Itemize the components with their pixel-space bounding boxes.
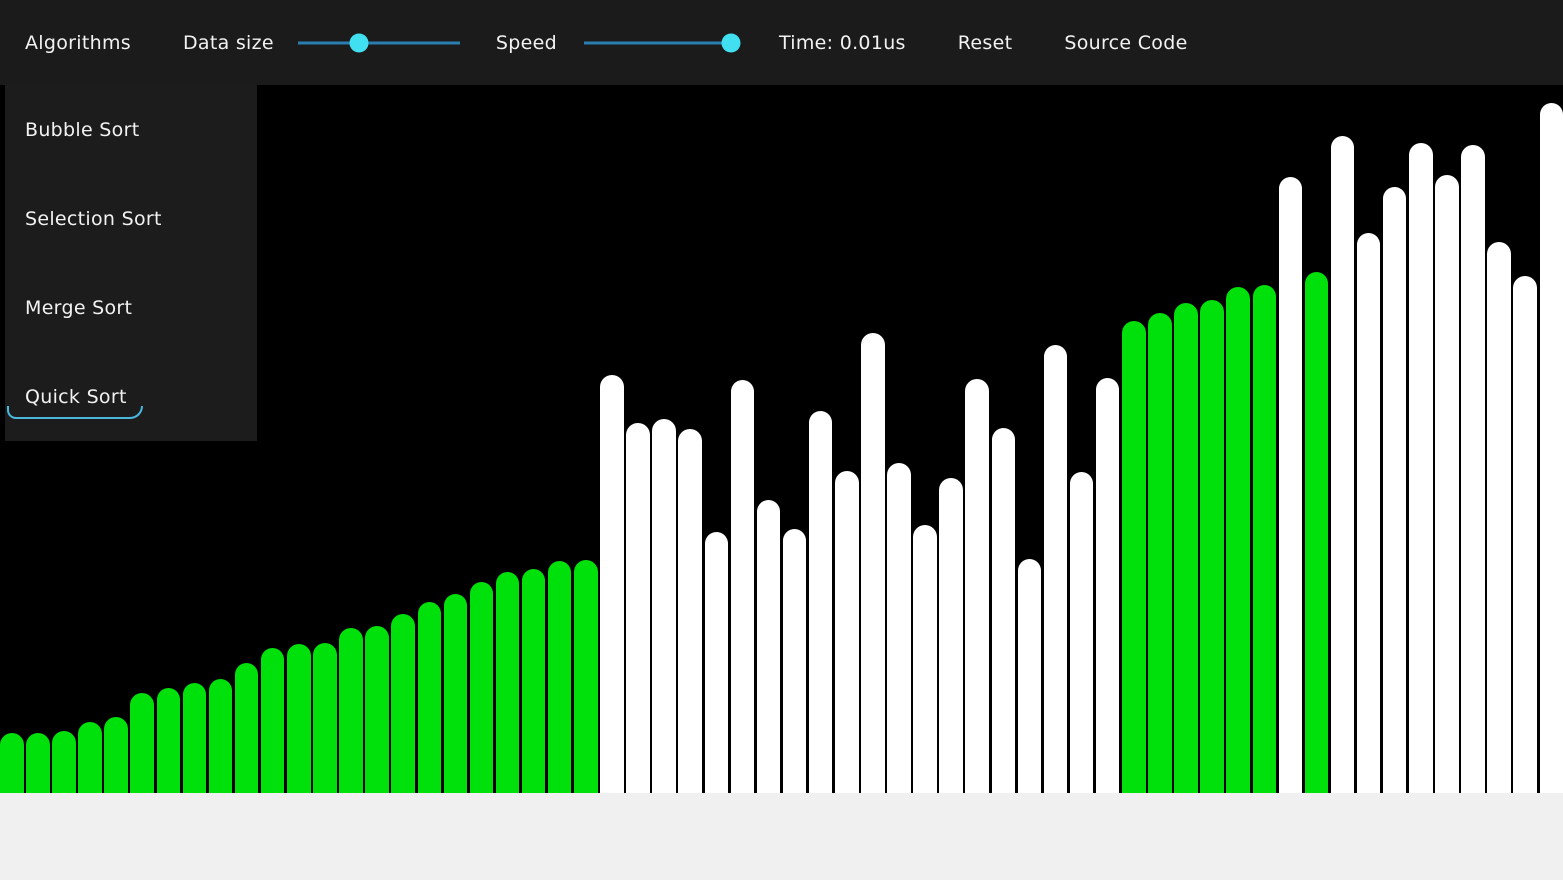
bar	[391, 614, 415, 793]
bar	[52, 731, 76, 793]
bar	[1200, 300, 1224, 793]
bar	[130, 693, 154, 793]
bar	[183, 683, 207, 793]
bar	[992, 428, 1016, 793]
algorithms-menu-button[interactable]: Algorithms	[25, 32, 131, 54]
bar	[965, 379, 989, 793]
bar	[1331, 136, 1355, 793]
menu-item-bubble-sort[interactable]: Bubble Sort	[5, 85, 257, 174]
bar	[261, 648, 285, 793]
bar	[209, 679, 233, 793]
bar	[157, 688, 181, 793]
bar	[470, 582, 494, 793]
bar	[574, 560, 598, 793]
algorithms-dropdown: Bubble Sort Selection Sort Merge Sort Qu…	[5, 85, 257, 441]
data-size-slider[interactable]	[298, 32, 460, 54]
menu-item-label: Quick Sort	[25, 386, 127, 408]
bar	[783, 529, 807, 793]
bar	[913, 525, 937, 793]
bar	[835, 471, 859, 793]
bar	[1174, 303, 1198, 793]
footer-strip	[0, 793, 1563, 880]
bar	[757, 500, 781, 793]
bar	[313, 643, 337, 793]
menu-item-selection-sort[interactable]: Selection Sort	[5, 174, 257, 263]
bar	[809, 411, 833, 793]
bar	[1122, 321, 1146, 793]
bar	[287, 644, 311, 793]
data-size-slider-track	[298, 41, 460, 44]
bar	[78, 722, 102, 793]
bar	[0, 733, 24, 793]
bar	[1487, 242, 1511, 793]
menu-item-quick-sort[interactable]: Quick Sort	[5, 352, 257, 441]
speed-slider[interactable]	[584, 32, 736, 54]
bar	[652, 419, 676, 793]
bar	[1044, 345, 1068, 793]
speed-slider-thumb[interactable]	[722, 33, 741, 52]
bar	[1305, 272, 1329, 793]
menu-item-label: Selection Sort	[25, 208, 162, 230]
bar	[522, 569, 546, 793]
bar	[1513, 276, 1537, 793]
bar	[1148, 313, 1172, 793]
speed-slider-track	[584, 41, 736, 44]
bar	[1096, 378, 1120, 793]
menu-item-label: Merge Sort	[25, 297, 132, 319]
bar	[887, 463, 911, 793]
bar	[365, 626, 389, 793]
bar	[1070, 472, 1094, 793]
bar	[1357, 233, 1381, 793]
bar	[1226, 287, 1250, 793]
bar	[1253, 285, 1277, 793]
bar	[731, 380, 755, 793]
menu-item-merge-sort[interactable]: Merge Sort	[5, 263, 257, 352]
source-code-link[interactable]: Source Code	[1064, 32, 1187, 54]
active-item-underline	[7, 406, 143, 419]
bar	[1409, 143, 1433, 793]
bar	[626, 423, 650, 793]
bar	[705, 532, 729, 793]
navbar: Algorithms Data size Speed Time: 0.01us …	[0, 0, 1563, 85]
reset-button[interactable]: Reset	[958, 32, 1013, 54]
bar	[444, 594, 468, 793]
time-readout: Time: 0.01us	[779, 32, 906, 54]
data-size-slider-thumb[interactable]	[350, 33, 369, 52]
bar	[678, 429, 702, 793]
bar	[496, 572, 520, 793]
bar	[861, 333, 885, 793]
data-size-label: Data size	[183, 32, 274, 54]
bar	[1279, 177, 1303, 793]
bar	[26, 733, 50, 793]
bar	[1435, 175, 1459, 793]
bar	[1461, 145, 1485, 793]
bar	[548, 561, 572, 793]
bar	[1383, 187, 1407, 793]
menu-item-label: Bubble Sort	[25, 119, 139, 141]
bar	[418, 602, 442, 793]
bar	[939, 478, 963, 793]
bar	[1540, 103, 1563, 793]
bar	[1018, 559, 1042, 793]
bar	[104, 717, 128, 793]
bar	[600, 375, 624, 793]
speed-label: Speed	[496, 32, 557, 54]
bar	[235, 663, 259, 793]
bar	[339, 628, 363, 793]
